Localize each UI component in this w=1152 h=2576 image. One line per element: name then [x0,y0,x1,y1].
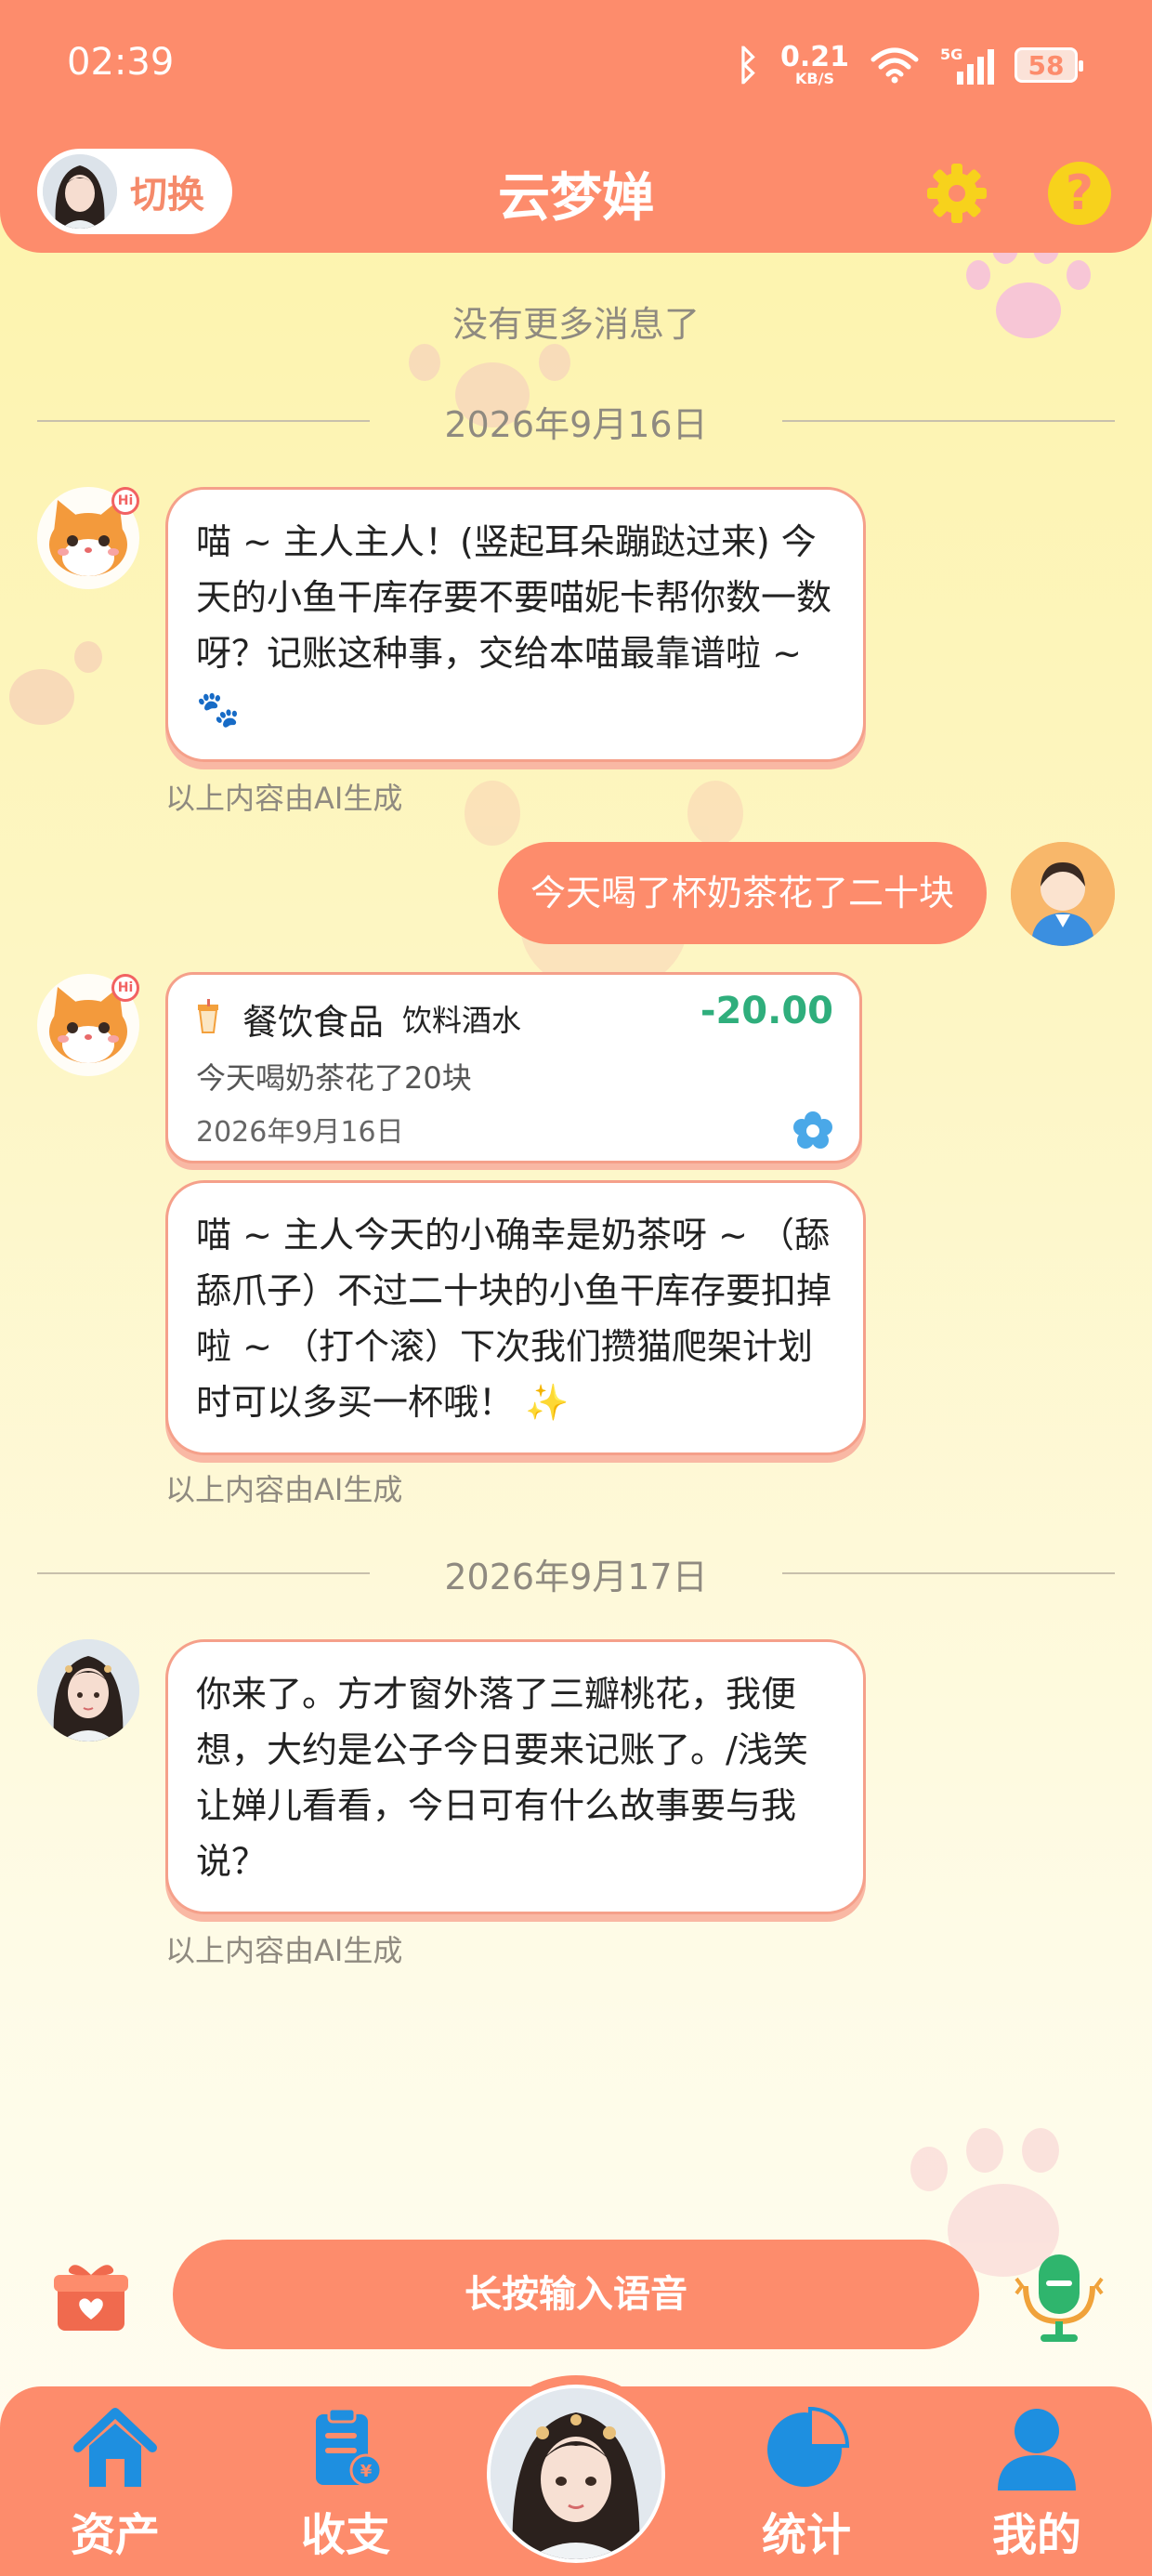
user-message: 今天喝了杯奶茶花了二十块 [498,842,987,944]
tab-statistics[interactable]: 统计 [732,2405,881,2576]
status-time: 02:39 [67,41,175,84]
switch-character-button[interactable]: 切换 [37,149,232,234]
record-category: 餐饮食品 [242,1002,385,1043]
record-subcategory: 饮料酒水 [402,1003,522,1038]
tab-profile[interactable]: 我的 [962,2405,1111,2576]
transaction-card[interactable]: 餐饮食品 饮料酒水 -20.00 今天喝奶茶花了20块 2026年9月16日 [165,972,862,1163]
hold-to-talk-button[interactable]: 长按输入语音 [173,2240,979,2349]
svg-text:¥: ¥ [360,2462,373,2481]
battery-icon: 58 [1015,47,1083,83]
status-icons: ᛒ 0.21 KB/S 5G 58 [735,37,1083,93]
assistant-message: 喵 ~ 主人今天的小确幸是奶茶呀 ~ （舔舔爪子）不过二十块的小鱼干库存要扣掉啦… [165,1180,866,1455]
ai-generated-note: 以上内容由AI生成 [165,1472,403,1507]
switch-label: 切换 [130,174,204,217]
pie-chart-icon [767,2406,850,2487]
date-divider: 2026年9月17日 [37,1550,1115,1597]
bluetooth-icon: ᛒ [735,41,760,89]
wifi-icon [871,47,919,84]
assistant-message: 你来了。方才窗外落了三瓣桃花，我便想，大约是公子今日要来记账了。/浅笑 让婵儿看… [165,1639,866,1914]
microphone-icon[interactable] [1013,2249,1106,2344]
center-character-avatar[interactable] [478,2375,674,2572]
character-avatar[interactable] [37,1639,139,1741]
user-avatar[interactable] [1011,842,1115,946]
network-speed: 0.21 KB/S [779,41,849,87]
paw-print-decoration [0,632,111,743]
home-icon [73,2408,157,2487]
user-icon [998,2409,1076,2491]
gift-icon[interactable] [52,2258,130,2334]
app-header: 02:39 ᛒ 0.21 KB/S 5G 58 切换 云梦婵 ? [0,0,1152,253]
hi-badge: Hi [111,974,139,1002]
ai-generated-note: 以上内容由AI生成 [165,1933,403,1968]
gear-icon[interactable] [923,160,990,227]
drink-icon [198,999,218,1033]
hi-badge: Hi [111,487,139,515]
cell-signal-icon: 5G [940,46,994,85]
record-amount: -20.00 [700,990,833,1032]
tab-income-expense[interactable]: ¥ 收支 [271,2405,420,2576]
help-icon[interactable]: ? [1048,162,1111,225]
ai-generated-note: 以上内容由AI生成 [165,781,403,816]
record-description: 今天喝奶茶花了20块 [196,1060,472,1096]
app-screen: 02:39 ᛒ 0.21 KB/S 5G 58 切换 云梦婵 ? 没有更多消息了… [0,0,1152,2576]
no-more-messages: 没有更多消息了 [452,304,700,345]
flower-icon[interactable] [792,1111,833,1151]
record-date: 2026年9月16日 [196,1116,404,1149]
tab-assets[interactable]: 资产 [41,2405,190,2576]
assistant-message: 喵 ~ 主人主人！(竖起耳朵蹦跶过来) 今天的小鱼干库存要不要喵妮卡帮你数一数呀… [165,487,866,762]
character-avatar [43,154,117,229]
page-title: 云梦婵 [498,168,654,229]
clipboard-icon: ¥ [316,2407,383,2487]
date-divider: 2026年9月16日 [37,398,1115,445]
